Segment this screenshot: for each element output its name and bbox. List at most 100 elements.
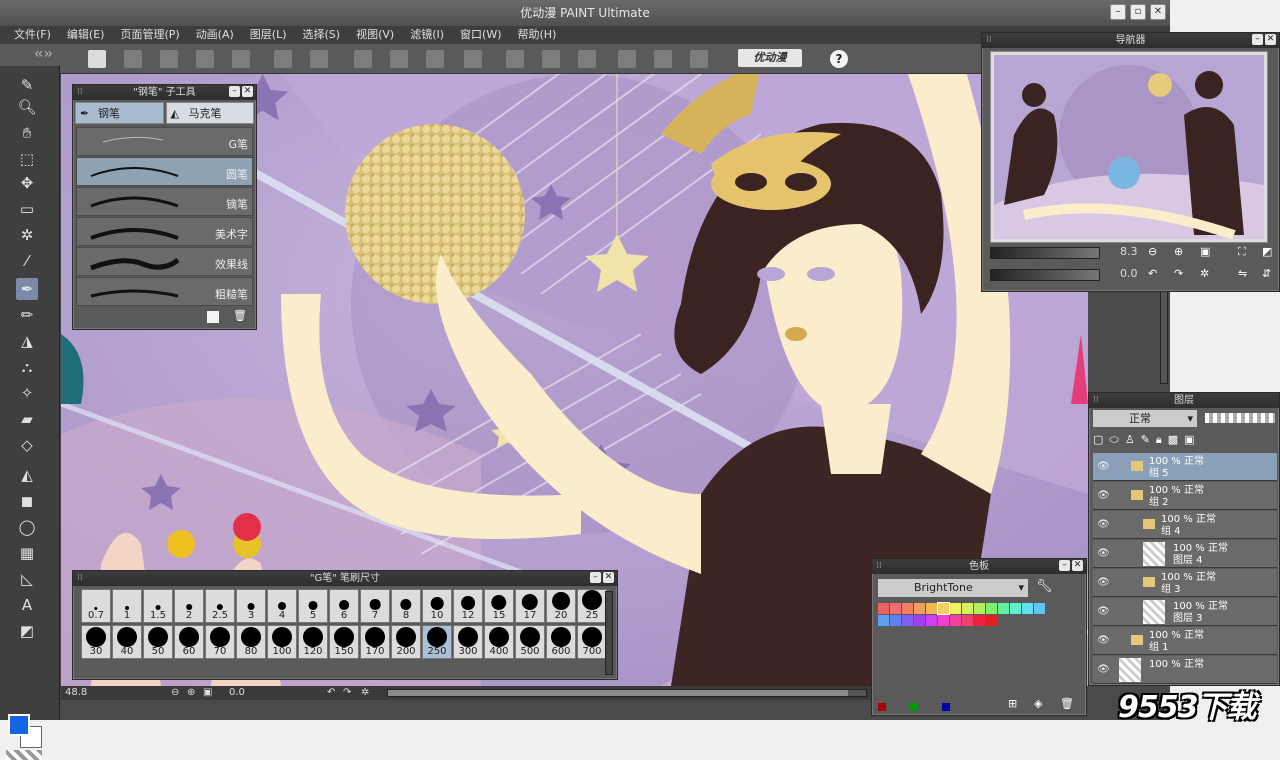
navigator-panel-titlebar[interactable]: ⁞⁞ 导航器 – ✕ [982,33,1279,48]
brush-size-cell[interactable]: 250 [422,625,452,659]
rotate-right-icon[interactable]: ↷ [1174,267,1183,280]
brush-size-cell[interactable]: 15 [484,589,514,623]
zoom-slider[interactable] [990,247,1100,259]
color-swatch[interactable] [962,603,973,614]
brush-size-cell[interactable]: 2.5 [205,589,235,623]
color-swatch[interactable] [1034,603,1045,614]
magic-wand-icon[interactable]: ✲ [16,224,38,246]
zoom-icon[interactable]: 🔍︎ [16,96,38,118]
panel-close-button[interactable]: ✕ [1072,560,1083,571]
ruler-icon[interactable] [506,50,524,68]
rotate-left-icon[interactable]: ↶ [1148,267,1157,280]
color-panel-titlebar[interactable]: ⁞⁞ 色板 – ✕ [872,559,1086,574]
lock-alpha-icon[interactable]: ▩ [1168,433,1178,451]
color-swatch[interactable] [938,615,949,626]
brush-size-cell[interactable]: 25 [577,589,607,623]
layer-panel-titlebar[interactable]: ⁞⁞ 图层 [1089,393,1279,408]
gradient-icon[interactable]: ◼ [16,490,38,512]
brush-size-cell[interactable]: 12 [453,589,483,623]
eraser-icon[interactable]: ▰ [16,408,38,430]
panel-close-button[interactable]: ✕ [242,86,253,97]
brush-size-cell[interactable]: 17 [515,589,545,623]
layer-row[interactable]: 👁︎ 100 % 正常组 1 [1093,627,1277,655]
clear-icon[interactable] [464,50,482,68]
tab-pen[interactable]: ✒ 钢笔 [75,102,164,124]
visibility-eye-icon[interactable]: 👁︎ [1097,577,1111,588]
brush-size-cell[interactable]: 6 [329,589,359,623]
actual-size-icon[interactable]: ▣ [1200,245,1210,258]
brush-rough-pen[interactable]: 粗糙笔 [76,277,253,306]
visibility-eye-icon[interactable]: 👁︎ [1097,664,1111,675]
zoom-in-icon[interactable]: ⊕ [187,687,195,698]
color-set-dropdown[interactable]: BrightTone ▾ [878,579,1028,597]
restore-button[interactable]: ▫ [1130,4,1146,20]
delete-color-icon[interactable]: 🗑︎ [1060,697,1074,710]
brush-settings-icon[interactable] [654,50,672,68]
brush-size-panel-titlebar[interactable]: ⁞⁞ "G笔" 笔刷尺寸 – ✕ [73,571,617,586]
brush-g-pen[interactable]: G笔 [76,127,253,156]
blend-icon[interactable]: ◇ [16,434,38,456]
brush-size-cell[interactable]: 150 [329,625,359,659]
brush-size-cell[interactable]: 0.7 [81,589,111,623]
color-swatch[interactable] [878,615,889,626]
zoom-out-icon[interactable]: ⊖ [1148,245,1157,258]
text-icon[interactable]: A [16,594,38,616]
save-icon[interactable] [124,50,142,68]
color-swatch[interactable] [914,603,925,614]
shape-icon[interactable]: ◯ [16,516,38,538]
color-swatch[interactable] [974,603,985,614]
menu-animation[interactable]: 动画(A) [188,26,242,44]
swatch-green[interactable] [910,703,918,711]
undo-icon[interactable] [274,50,292,68]
balloon-icon[interactable]: ◩ [16,620,38,642]
select-icon[interactable] [354,50,372,68]
fill-icon[interactable] [426,50,444,68]
open-file-icon[interactable] [88,50,106,68]
visibility-eye-icon[interactable]: 👁︎ [1097,635,1111,646]
brush-size-scrollbar[interactable] [605,591,613,675]
zoom-out-icon[interactable]: ⊖ [171,687,179,698]
color-swatch[interactable] [950,615,961,626]
menu-filter[interactable]: 滤镜(I) [402,26,452,44]
transform-icon[interactable] [390,50,408,68]
tab-marker[interactable]: ◭ 马克笔 [165,102,254,124]
layer-row[interactable]: 👁︎ 100 % 正常 [1093,656,1277,684]
brush-size-cell[interactable]: 300 [453,625,483,659]
visibility-eye-icon[interactable]: 👁︎ [1097,490,1111,501]
panel-close-button[interactable]: ✕ [1265,34,1276,45]
reset-rotation-icon[interactable]: ✲ [361,687,369,698]
paste-icon[interactable] [232,50,250,68]
mic-icon[interactable] [690,50,708,68]
transparent-color-swatch[interactable] [6,750,42,760]
help-button[interactable]: ? [830,50,848,68]
rotation-slider[interactable] [990,269,1100,281]
snap-icon[interactable] [578,50,596,68]
collapse-arrows-icon[interactable]: ‹‹ ›› [34,46,53,62]
brush-size-cell[interactable]: 120 [298,625,328,659]
flip-horizontal-icon[interactable]: ⇋ [1238,267,1247,280]
reset-rotation-icon[interactable]: ✲ [1200,267,1209,280]
navigator-preview[interactable] [990,51,1268,243]
brush-size-cell[interactable]: 100 [267,625,297,659]
brush-size-cell[interactable]: 60 [174,625,204,659]
zoom-value[interactable]: 8.3 [1120,245,1138,258]
swatch-blue[interactable] [942,703,950,711]
brush-size-cell[interactable]: 1 [112,589,142,623]
angle-value[interactable]: 0.0 [1120,267,1138,280]
brush-size-cell[interactable]: 500 [515,625,545,659]
visibility-eye-icon[interactable]: 👁︎ [1097,548,1111,559]
panel-minimize-button[interactable]: – [229,86,240,97]
menu-view[interactable]: 视图(V) [348,26,402,44]
add-color-icon[interactable]: ⊞ [1008,697,1017,710]
delete-subtool-icon[interactable]: 🗑︎ [233,309,247,322]
hand-icon[interactable]: ✋︎ [16,122,38,144]
scrollbar-thumb[interactable] [388,690,848,696]
panel-minimize-button[interactable]: – [590,572,601,583]
color-swatch[interactable] [1022,603,1033,614]
brush-size-cell[interactable]: 700 [577,625,607,659]
panel-minimize-button[interactable]: – [1059,560,1070,571]
pen-tool-icon[interactable]: ✒ [16,278,38,300]
lock-icon[interactable]: 🔒︎ [1156,433,1162,451]
decoration-icon[interactable]: ✧ [16,382,38,404]
brush-size-cell[interactable]: 10 [422,589,452,623]
